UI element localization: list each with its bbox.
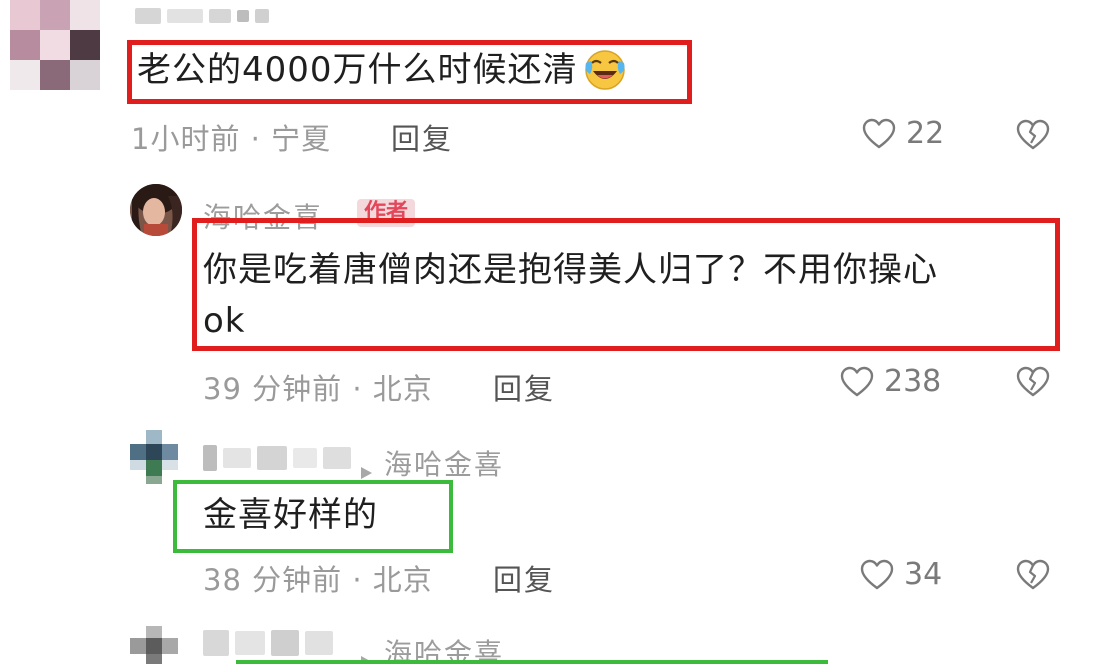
username-blurred[interactable] <box>203 445 351 471</box>
reply-to-username[interactable]: 海哈金喜 <box>384 443 504 483</box>
comment-thread: 老公的4000万什么时候还清 1小时前 · 宁夏 回复 22 海哈金喜 作者 你… <box>0 0 1100 664</box>
broken-heart-icon <box>1016 366 1050 398</box>
author-avatar[interactable] <box>130 184 182 236</box>
broken-heart-icon <box>1016 559 1050 591</box>
username-blurred[interactable] <box>203 630 333 656</box>
like-count: 34 <box>904 557 943 592</box>
avatar[interactable] <box>10 0 100 90</box>
heart-outline-icon <box>862 118 896 150</box>
avatar[interactable] <box>130 626 178 664</box>
comment-text-line1: 你是吃着唐僧肉还是抱得美人归了？不用你操心 <box>203 250 938 290</box>
reply-button[interactable]: 回复 <box>493 557 555 599</box>
triangle-right-icon <box>358 455 374 479</box>
triangle-right-icon <box>358 644 374 664</box>
like-button[interactable]: 238 <box>840 364 941 399</box>
comment-text-line2: ok <box>203 301 246 341</box>
comment-time-location: 38 分钟前 · 北京 <box>203 563 433 597</box>
like-button[interactable]: 34 <box>860 557 942 592</box>
broken-heart-icon <box>1016 119 1050 151</box>
avatar[interactable] <box>130 430 178 484</box>
like-button[interactable]: 22 <box>862 116 944 151</box>
like-count: 22 <box>906 116 945 151</box>
highlight-box-comment-4-partial <box>236 660 828 664</box>
dislike-button[interactable] <box>1016 559 1050 595</box>
username-blurred[interactable] <box>135 8 269 24</box>
heart-outline-icon <box>860 559 894 591</box>
dislike-button[interactable] <box>1016 119 1050 155</box>
like-count: 238 <box>884 364 942 399</box>
heart-outline-icon <box>840 366 874 398</box>
reply-to-label: 海哈金喜 <box>358 443 504 483</box>
comment-text: 金喜好样的 <box>203 495 378 535</box>
dislike-button[interactable] <box>1016 366 1050 402</box>
comment-time-location: 39 分钟前 · 北京 <box>203 372 433 406</box>
reply-button[interactable]: 回复 <box>493 366 555 408</box>
laughing-tears-emoji-icon <box>584 49 626 91</box>
reply-button[interactable]: 回复 <box>391 116 453 158</box>
comment-text: 老公的4000万什么时候还清 <box>137 46 626 94</box>
comment-time-location: 1小时前 · 宁夏 <box>131 122 332 156</box>
